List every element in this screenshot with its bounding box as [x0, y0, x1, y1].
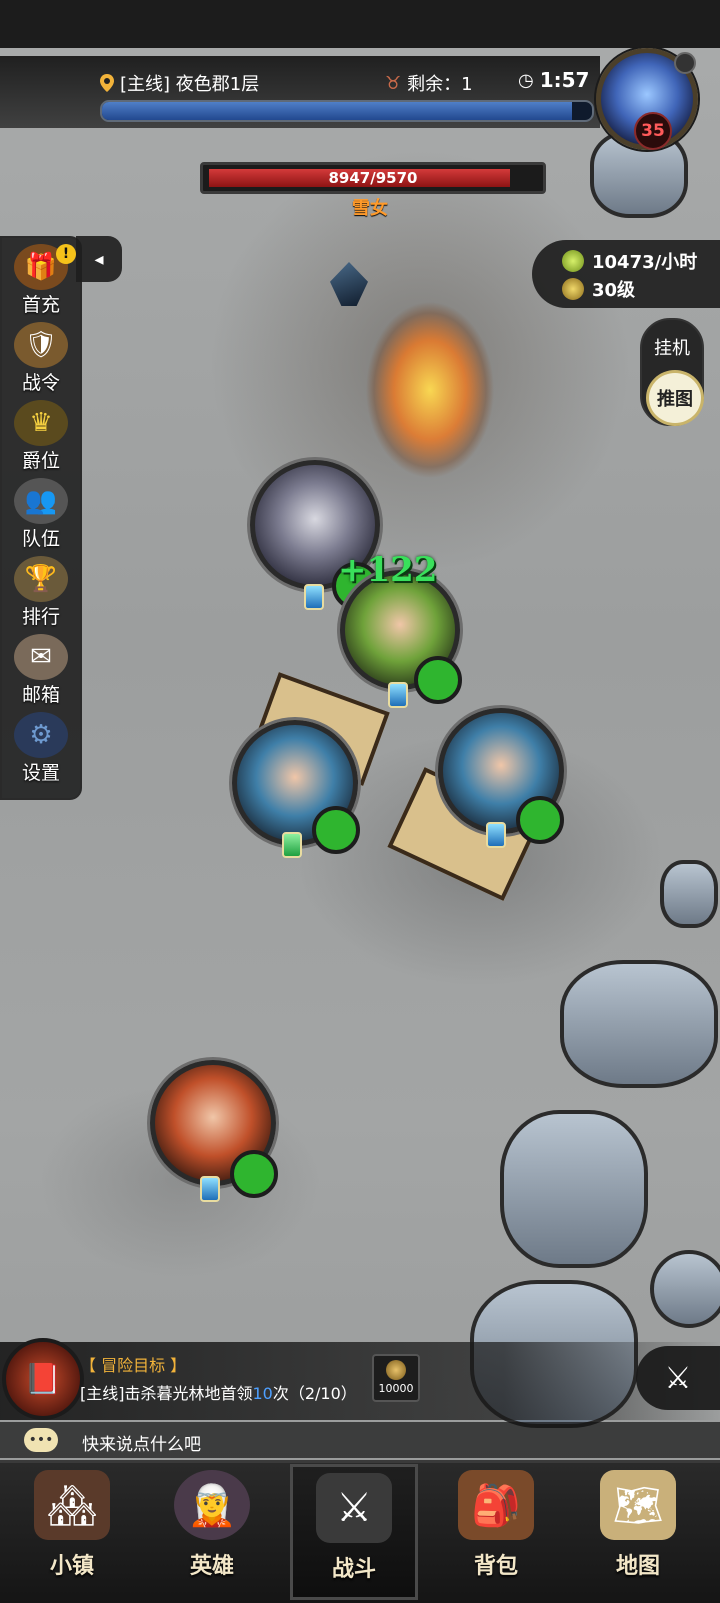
location-pin-icon [100, 74, 114, 92]
menu-item-settings[interactable]: ⚙ 设置 [6, 710, 76, 788]
mode-toggle[interactable]: 挂机 推图 [640, 318, 704, 426]
nav-label: 英雄 [189, 1554, 234, 1579]
hp-indicator [230, 1150, 278, 1198]
target-description: [主线]击杀暮光林地首领10次（2/10） [80, 1380, 357, 1404]
gem-icon [388, 682, 408, 708]
menu-item-label: 设置 [21, 762, 60, 784]
stage-progress-bar [100, 100, 594, 122]
town-icon: 🏘 [34, 1470, 110, 1540]
battle-icon: ⚔ [316, 1473, 392, 1543]
status-strip [0, 0, 720, 48]
enemy-hp-bar: 8947/9570 [200, 162, 546, 194]
team-icon: 👥 [14, 478, 68, 524]
target-desc-count: 10 [252, 1384, 273, 1403]
menu-item-label: 战令 [21, 372, 60, 394]
menu-item-war-order[interactable]: 🛡 战令 [6, 320, 76, 398]
crown-icon: ♛ [14, 400, 68, 446]
nav-label: 背包 [473, 1554, 518, 1579]
bull-head-icon: ♉ [385, 72, 402, 94]
map-icon: 🗺 [600, 1470, 676, 1540]
nav-backpack[interactable]: 🎒 背包 [432, 1464, 560, 1600]
boss-info-badge [674, 52, 696, 74]
mode-push-option[interactable]: 推图 [646, 370, 704, 426]
hp-indicator [414, 656, 462, 704]
crossed-swords-icon: ⚔ [664, 1360, 692, 1396]
level-icon [562, 278, 584, 300]
menu-item-first-recharge[interactable]: 🎁 ! 首充 [6, 242, 76, 320]
nav-town[interactable]: 🏘 小镇 [8, 1464, 136, 1600]
target-desc-prefix: [主线]击杀暮光林地首领 [80, 1384, 253, 1403]
chat-bubble-icon: ••• [24, 1428, 58, 1452]
ranking-icon: 🏆 [14, 556, 68, 602]
nav-heroes[interactable]: 🧝 英雄 [148, 1464, 276, 1600]
hero-icon: 🧝 [174, 1470, 250, 1540]
side-menu: 🎁 ! 首充 🛡 战令 ♛ 爵位 👥 队伍 🏆 排行 ✉ 邮箱 ⚙ 设置 [0, 236, 82, 800]
mode-idle-option[interactable]: 挂机 [642, 334, 702, 360]
chat-placeholder[interactable]: 快来说点什么吧 [82, 1430, 201, 1455]
battle-timer: ◷ 1:57 [518, 68, 589, 92]
gem-icon [282, 832, 302, 858]
hp-indicator [516, 796, 564, 844]
target-reward[interactable]: 10000 [372, 1354, 420, 1402]
boss-level-badge: 35 [634, 112, 672, 150]
reward-amount: 10000 [378, 1382, 414, 1395]
alert-badge: ! [56, 244, 76, 264]
income-rate-row: 10473/小时 [562, 248, 697, 274]
quest-location-label: [主线] 夜色郡1层 [120, 74, 260, 95]
war-order-icon: 🛡 [14, 322, 68, 368]
remaining-count: ♉ 剩余：1 [385, 70, 473, 96]
rock-formation [500, 1110, 648, 1268]
rock-formation [650, 1250, 720, 1328]
exp-potion-icon [562, 250, 584, 272]
chevron-left-icon: ◂ [94, 248, 104, 270]
nav-map[interactable]: 🗺 地图 [574, 1464, 702, 1600]
idle-income-panel[interactable]: 10473/小时 30级 [532, 240, 720, 308]
heal-number: +122 [338, 550, 438, 590]
clock-icon: ◷ [518, 69, 534, 91]
rock-formation [560, 960, 718, 1088]
menu-item-team[interactable]: 👥 队伍 [6, 476, 76, 554]
target-title: 【 冒险目标 】 [80, 1356, 187, 1375]
enemy-hp-text: 8947/9570 [328, 169, 418, 187]
income-level: 30级 [592, 280, 636, 301]
remaining-label: 剩余：1 [407, 74, 473, 95]
stage-progress-fill [102, 102, 573, 120]
menu-item-rank-title[interactable]: ♛ 爵位 [6, 398, 76, 476]
nav-label: 战斗 [331, 1557, 376, 1582]
nav-battle[interactable]: ⚔ 战斗 [290, 1464, 418, 1600]
gear-icon: ⚙ [14, 712, 68, 758]
nav-label: 地图 [615, 1554, 660, 1579]
auto-battle-button[interactable]: ⚔ [636, 1346, 720, 1410]
mail-icon: ✉ [14, 634, 68, 680]
menu-item-label: 排行 [21, 606, 60, 628]
backpack-icon: 🎒 [458, 1470, 534, 1540]
income-rate: 10473/小时 [592, 252, 698, 273]
gem-icon [200, 1176, 220, 1202]
quest-location[interactable]: [主线] 夜色郡1层 [100, 70, 259, 96]
menu-item-label: 邮箱 [21, 684, 60, 706]
hp-indicator [312, 806, 360, 854]
gold-coin-icon [386, 1360, 406, 1380]
target-desc-suffix: 次（2/10） [272, 1384, 357, 1403]
income-level-row: 30级 [562, 276, 635, 302]
collapse-menu-button[interactable]: ◂ [76, 236, 122, 282]
timer-value: 1:57 [539, 68, 590, 92]
quest-book-icon[interactable]: 📕 [2, 1338, 84, 1420]
menu-item-mail[interactable]: ✉ 邮箱 [6, 632, 76, 710]
menu-item-ranking[interactable]: 🏆 排行 [6, 554, 76, 632]
nav-label: 小镇 [49, 1554, 94, 1579]
enemy-name: 雪女 [352, 198, 388, 219]
gem-icon [304, 584, 324, 610]
menu-item-label: 队伍 [21, 528, 60, 550]
rock-formation [660, 860, 718, 928]
gem-icon [486, 822, 506, 848]
menu-item-label: 爵位 [21, 450, 60, 472]
menu-item-label: 首充 [21, 294, 60, 316]
